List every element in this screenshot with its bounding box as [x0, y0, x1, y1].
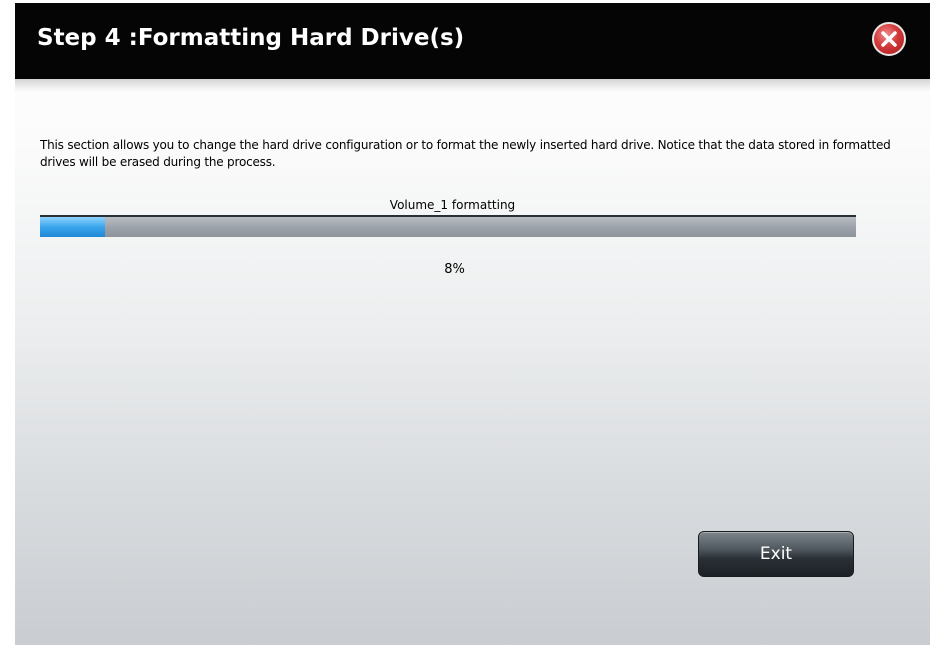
progress-label: Volume_1 formatting — [389, 198, 516, 212]
dialog-title: Step 4 :Formatting Hard Drive(s) — [37, 25, 465, 51]
section-description: This section allows you to change the ha… — [40, 138, 891, 169]
exit-button[interactable]: Exit — [698, 531, 854, 577]
close-button[interactable] — [872, 22, 906, 56]
progress-percent: 8% — [444, 262, 465, 277]
progress-bar — [40, 215, 856, 237]
close-icon — [881, 31, 897, 47]
titlebar-shadow — [15, 79, 930, 93]
format-dialog: Step 4 :Formatting Hard Drive(s) This se… — [15, 3, 930, 645]
dialog-titlebar: Step 4 :Formatting Hard Drive(s) — [15, 3, 930, 79]
progress-bar-fill — [40, 217, 106, 237]
